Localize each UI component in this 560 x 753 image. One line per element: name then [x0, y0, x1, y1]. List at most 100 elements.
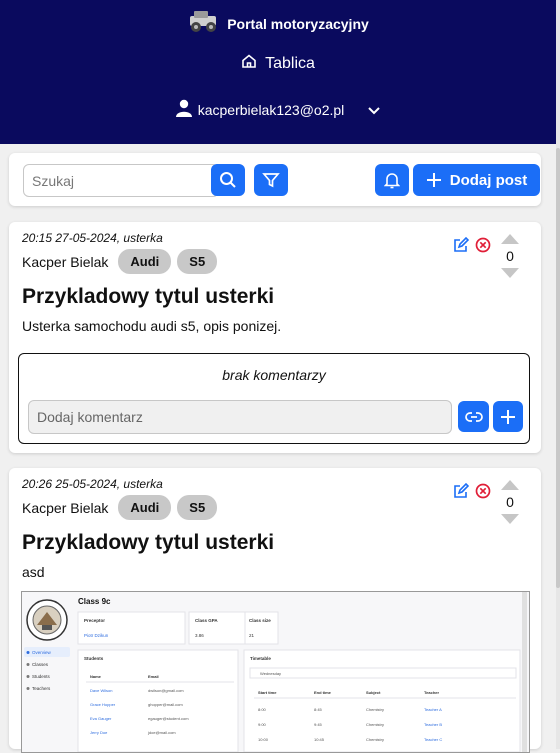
- add-post-button[interactable]: Dodaj post: [413, 164, 540, 196]
- bell-icon: [384, 172, 400, 188]
- timetable-cell: Chemistry: [366, 707, 384, 712]
- post-actions: [453, 482, 491, 504]
- post-title: Przykladowy tytul usterki: [22, 531, 275, 554]
- timetable-cell: 8:45: [314, 707, 323, 712]
- notifications-button[interactable]: [375, 164, 409, 196]
- vote-count: 0: [506, 248, 514, 264]
- edit-icon[interactable]: [453, 482, 470, 504]
- chevron-down-icon[interactable]: [368, 102, 380, 118]
- post-title: Przykladowy tytul usterki: [22, 285, 275, 308]
- filter-icon: [262, 173, 280, 188]
- stat-label: Class GPA: [195, 618, 218, 623]
- user-icon: [175, 99, 192, 120]
- timetable-title: Timetable: [250, 656, 271, 661]
- search-toolbar: Dodaj post: [9, 153, 541, 206]
- timetable-cell[interactable]: Teacher C: [424, 737, 442, 742]
- vote-widget: 0: [499, 480, 521, 524]
- comment-input[interactable]: [28, 400, 452, 434]
- stat-value: Piotr Dzikun: [84, 633, 109, 638]
- post-actions: [453, 236, 491, 258]
- search-button[interactable]: [211, 164, 245, 196]
- scrollbar-thumb[interactable]: [556, 148, 560, 588]
- nav-home-label: Tablica: [265, 54, 315, 72]
- student-email: egauger@student.com: [148, 716, 189, 721]
- delete-icon[interactable]: [475, 237, 491, 258]
- sidebar-item[interactable]: Students: [32, 674, 51, 679]
- jeep-logo-icon: [187, 8, 219, 39]
- student-email: dwilson@gmail.com: [148, 688, 184, 693]
- timetable-col: Start time: [258, 690, 277, 695]
- school-logo-icon: [26, 599, 68, 641]
- link-icon: [464, 411, 483, 422]
- timetable-cell[interactable]: Teacher B: [424, 722, 442, 727]
- upvote-icon[interactable]: [501, 480, 519, 490]
- timetable-cell: 10:45: [314, 737, 325, 742]
- post-card: 20:15 27-05-2024, usterka Kacper Bielak …: [9, 222, 541, 453]
- timetable-cell: Chemistry: [366, 737, 384, 742]
- timetable-day[interactable]: Wednesday: [260, 671, 281, 676]
- attachment-heading: Class 9c: [78, 597, 111, 606]
- post-author-row: Kacper Bielak Audi S5: [22, 495, 218, 520]
- stat-label: Class size: [249, 618, 271, 623]
- add-comment-button[interactable]: [493, 401, 523, 432]
- user-menu[interactable]: kacperbielak123@o2.pl: [0, 99, 556, 120]
- student-email: ghopper@mail.com: [148, 702, 183, 707]
- search-input[interactable]: [23, 164, 219, 197]
- user-email: kacperbielak123@o2.pl: [197, 101, 345, 118]
- timetable-cell: 8:00: [258, 707, 267, 712]
- plus-icon: [501, 409, 515, 424]
- post-image-attachment[interactable]: Class 9c Preceptor Piotr Dzikun Class GP…: [21, 591, 530, 753]
- vote-count: 0: [506, 494, 514, 510]
- timetable-cell[interactable]: Teacher A: [424, 707, 442, 712]
- stat-value: 21: [249, 633, 255, 638]
- timetable-cell: 9:45: [314, 722, 323, 727]
- student-name[interactable]: Grace Hopper: [90, 702, 116, 707]
- upvote-icon[interactable]: [501, 234, 519, 244]
- student-name[interactable]: Jerry Doe: [90, 730, 108, 735]
- sidebar-item[interactable]: Classes: [32, 662, 49, 667]
- post-body: asd: [22, 564, 45, 580]
- post-author[interactable]: Kacper Bielak: [22, 500, 108, 516]
- students-col: Email: [148, 674, 159, 679]
- tag-model[interactable]: S5: [177, 249, 218, 274]
- sidebar-item[interactable]: Overview: [32, 650, 52, 655]
- comments-section: brak komentarzy: [18, 353, 530, 444]
- attach-link-button[interactable]: [458, 401, 489, 432]
- delete-icon[interactable]: [475, 483, 491, 504]
- top-navbar: Portal motoryzacyjny Tablica kacperbiela…: [0, 0, 556, 144]
- post-body: Usterka samochodu audi s5, opis ponizej.: [22, 318, 282, 334]
- students-col: Name: [90, 674, 102, 679]
- edit-icon[interactable]: [453, 236, 470, 258]
- brand-title: Portal motoryzacyjny: [227, 15, 369, 32]
- tag-model[interactable]: S5: [177, 495, 218, 520]
- post-meta: 20:15 27-05-2024, usterka: [22, 231, 163, 245]
- nav-home-link[interactable]: Tablica: [0, 53, 556, 74]
- post-meta: 20:26 25-05-2024, usterka: [22, 477, 163, 491]
- stat-value: 3.86: [195, 633, 204, 638]
- sidebar-item[interactable]: Teachers: [32, 686, 51, 691]
- post-author[interactable]: Kacper Bielak: [22, 254, 108, 270]
- search-icon: [220, 172, 236, 188]
- student-name[interactable]: Eva Gauger: [90, 716, 112, 721]
- no-comments-text: brak komentarzy: [222, 367, 326, 383]
- post-card: 20:26 25-05-2024, usterka Kacper Bielak …: [9, 468, 541, 753]
- timetable-col: End time: [314, 690, 332, 695]
- downvote-icon[interactable]: [501, 514, 519, 524]
- tag-brand[interactable]: Audi: [118, 249, 172, 274]
- student-name[interactable]: Dave Wilson: [90, 688, 112, 693]
- home-icon: [241, 53, 257, 74]
- timetable-cell: 10:00: [258, 737, 269, 742]
- downvote-icon[interactable]: [501, 268, 519, 278]
- filter-button[interactable]: [254, 164, 288, 196]
- timetable-cell: Chemistry: [366, 722, 384, 727]
- add-post-label: Dodaj post: [449, 171, 528, 189]
- timetable-col: Teacher: [424, 690, 439, 695]
- student-email: jdoe@mail.com: [147, 730, 176, 735]
- tag-brand[interactable]: Audi: [118, 495, 172, 520]
- page-scrollbar[interactable]: [556, 0, 560, 749]
- timetable-cell: 9:00: [258, 722, 267, 727]
- post-author-row: Kacper Bielak Audi S5: [22, 249, 218, 274]
- vote-widget: 0: [499, 234, 521, 278]
- stat-label: Preceptor: [84, 618, 105, 623]
- brand[interactable]: Portal motoryzacyjny: [0, 8, 556, 39]
